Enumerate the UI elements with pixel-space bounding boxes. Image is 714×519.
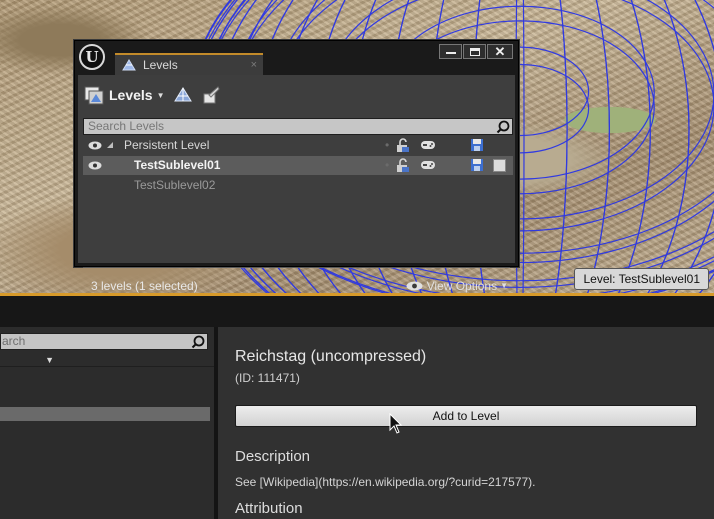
visibility-eye-icon[interactable] — [88, 161, 102, 170]
level-row-persistent[interactable]: Persistent Level • — [83, 136, 513, 155]
minimize-button[interactable] — [439, 44, 462, 59]
minimize-icon — [446, 52, 456, 54]
asset-search-text: arch — [2, 334, 26, 348]
window-controls: ✕ — [439, 44, 513, 59]
levels-toolbar: Levels ▼ — [82, 81, 221, 109]
levels-search-placeholder: Search Levels — [88, 119, 165, 133]
close-button[interactable]: ✕ — [487, 44, 513, 59]
attribution-heading: Attribution — [235, 500, 303, 517]
mouse-cursor-icon — [389, 413, 402, 434]
view-options-button[interactable]: View Options ▼ — [406, 274, 508, 298]
asset-title: Reichstag (uncompressed) — [235, 348, 427, 365]
search-icon — [191, 335, 205, 349]
level-row-testsublevel02[interactable]: TestSublevel02 — [83, 176, 513, 195]
dirty-marker: • — [385, 138, 390, 152]
lock-icon[interactable] — [396, 138, 410, 153]
chevron-down-icon: ▼ — [500, 281, 508, 290]
levels-menu-label: Levels — [109, 87, 153, 103]
level-name: Persistent Level — [124, 138, 210, 152]
chevron-down-icon: ▼ — [156, 90, 165, 100]
asset-id: (ID: 111471) — [235, 371, 300, 385]
levels-count-status: 3 levels (1 selected) — [91, 279, 198, 293]
levels-stack-icon — [84, 86, 104, 105]
level-color-swatch[interactable] — [493, 159, 506, 172]
asset-details-panel: Reichstag (uncompressed) (ID: 111471) Ad… — [218, 327, 714, 519]
maximize-icon — [470, 48, 480, 56]
eye-icon — [406, 281, 423, 291]
level-name: TestSublevel02 — [134, 178, 216, 192]
level-row-testsublevel01[interactable]: TestSublevel01 • — [83, 156, 513, 175]
gamepad-icon[interactable] — [420, 160, 436, 171]
levels-menu-button[interactable]: Levels ▼ — [82, 82, 165, 108]
level-name: TestSublevel01 — [134, 158, 221, 172]
dirty-marker: • — [385, 158, 390, 172]
selected-asset-row[interactable] — [0, 407, 210, 421]
levels-window[interactable]: U Levels × ✕ Levels ▼ Search Levels Pers… — [74, 40, 519, 293]
search-icon — [496, 120, 510, 134]
tab-levels[interactable]: Levels × — [115, 53, 263, 75]
view-options-label: View Options — [426, 279, 498, 293]
tab-title: Levels — [143, 58, 178, 72]
footer-divider — [83, 267, 510, 268]
expand-triangle-icon[interactable] — [107, 142, 113, 148]
levels-search-input[interactable]: Search Levels — [83, 118, 513, 135]
left-panel-divider — [0, 366, 214, 367]
description-text: See [Wikipedia](https://en.wikipedia.org… — [235, 475, 536, 489]
filter-dropdown[interactable]: ▼ — [0, 353, 60, 367]
lock-icon[interactable] — [396, 158, 410, 173]
current-level-badge: Level: TestSublevel01 — [574, 268, 709, 290]
editor-tab-strip — [0, 296, 714, 327]
levels-tab-icon — [122, 59, 136, 71]
unreal-logo-icon: U — [79, 44, 105, 70]
maximize-button[interactable] — [463, 44, 486, 59]
asset-search-input[interactable]: arch — [0, 333, 208, 350]
world-composition-icon[interactable] — [173, 85, 193, 105]
add-to-level-button[interactable]: Add to Level — [235, 405, 697, 427]
tab-close-icon[interactable]: × — [251, 55, 257, 75]
summon-level-details-icon[interactable] — [201, 85, 221, 105]
description-heading: Description — [235, 448, 311, 465]
chevron-down-icon: ▼ — [45, 355, 54, 365]
visibility-eye-icon[interactable] — [88, 141, 102, 150]
asset-browser-panel: arch ▼ — [0, 327, 214, 519]
save-icon[interactable] — [470, 158, 484, 172]
levels-panel: Levels ▼ Search Levels Persistent Level … — [78, 75, 515, 293]
save-icon[interactable] — [470, 138, 484, 152]
gamepad-icon[interactable] — [420, 140, 436, 151]
